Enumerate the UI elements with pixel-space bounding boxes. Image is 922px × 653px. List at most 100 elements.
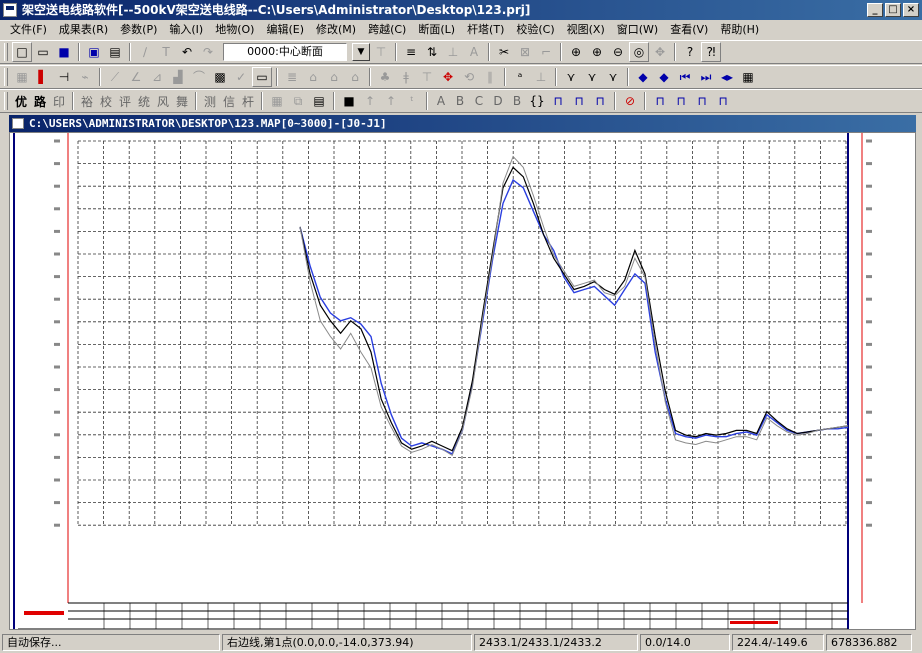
clamp-top-icon[interactable]: ⊓ bbox=[692, 91, 712, 111]
undo-icon[interactable]: ↶ bbox=[177, 42, 197, 62]
marker-icon[interactable]: ⊤ bbox=[371, 42, 391, 62]
chevron-down-icon[interactable]: ▼ bbox=[352, 43, 370, 61]
arrow-up-alt-icon[interactable]: ↑ bbox=[381, 91, 401, 111]
open-folder-icon[interactable]: ▭ bbox=[33, 42, 53, 62]
diagonal-icon[interactable]: ⟋ bbox=[105, 67, 125, 87]
dash-line-icon[interactable]: ⌁ bbox=[75, 67, 95, 87]
context-help-icon[interactable]: ⁈ bbox=[701, 42, 721, 62]
help-icon[interactable]: ? bbox=[680, 42, 700, 62]
menu-file[interactable]: 文件(F) bbox=[4, 21, 53, 39]
line-point-icon[interactable]: ⊣ bbox=[54, 67, 74, 87]
wire-triple-icon[interactable]: ⋎ bbox=[603, 67, 623, 87]
menu-view[interactable]: 视图(X) bbox=[561, 21, 611, 39]
profile-plot[interactable] bbox=[10, 133, 915, 629]
house-up-icon[interactable]: ⌂ bbox=[324, 67, 344, 87]
copy-icon[interactable]: ⧉ bbox=[288, 91, 308, 111]
pole-char-button[interactable]: 杆 bbox=[239, 93, 257, 110]
curve-icon[interactable]: ⌒ bbox=[189, 67, 209, 87]
lightning-icon[interactable]: ◆ bbox=[633, 67, 653, 87]
insulator-icon[interactable]: ⊓ bbox=[569, 91, 589, 111]
profile-canvas[interactable] bbox=[9, 132, 916, 630]
label-a-icon[interactable]: A bbox=[464, 42, 484, 62]
zoom-out-icon[interactable]: ⊖ bbox=[608, 42, 628, 62]
letter-b2-button[interactable]: B bbox=[508, 94, 526, 108]
pole-icon[interactable]: ǂ bbox=[396, 67, 416, 87]
menu-look[interactable]: 查看(V) bbox=[664, 21, 714, 39]
stroke-icon[interactable]: ∥ bbox=[480, 67, 500, 87]
menu-help[interactable]: 帮助(H) bbox=[714, 21, 765, 39]
menu-results[interactable]: 成果表(R) bbox=[53, 21, 114, 39]
dance-button[interactable]: 舞 bbox=[173, 93, 191, 110]
corner-icon[interactable]: ⌐ bbox=[536, 42, 556, 62]
tree-icon[interactable]: ♣ bbox=[375, 67, 395, 87]
label-icon[interactable]: ᵃ bbox=[510, 67, 530, 87]
arrow-up-icon[interactable]: ↑ bbox=[360, 91, 380, 111]
clamp-icon[interactable]: ⊓ bbox=[650, 91, 670, 111]
grid-table-icon[interactable]: ▦ bbox=[267, 91, 287, 111]
block-icon[interactable]: ■ bbox=[339, 91, 359, 111]
insulator-pair-icon[interactable]: ⊓ bbox=[590, 91, 610, 111]
pattern-icon[interactable]: ▩ bbox=[210, 67, 230, 87]
house-add-icon[interactable]: ⌂ bbox=[345, 67, 365, 87]
abc-icon[interactable]: ▭ bbox=[252, 67, 272, 87]
slope-icon[interactable]: ⊿ bbox=[147, 67, 167, 87]
new-file-icon[interactable]: □ bbox=[12, 42, 32, 62]
grid-icon[interactable]: ▦ bbox=[12, 67, 32, 87]
clamp-double-icon[interactable]: ⊓ bbox=[671, 91, 691, 111]
tower-icon[interactable]: ⊤ bbox=[417, 67, 437, 87]
table-icon[interactable]: ▦ bbox=[738, 67, 758, 87]
cut-icon[interactable]: ✂ bbox=[494, 42, 514, 62]
clamp-bottom-icon[interactable]: ⊓ bbox=[713, 91, 733, 111]
evaluate-button[interactable]: 评 bbox=[116, 93, 134, 110]
print-char-button[interactable]: 印 bbox=[50, 93, 68, 110]
route-button[interactable]: 路 bbox=[31, 93, 49, 110]
menu-input[interactable]: 输入(I) bbox=[163, 21, 209, 39]
tag-icon[interactable]: ᵗ bbox=[402, 91, 422, 111]
house-icon[interactable]: ⌂ bbox=[303, 67, 323, 87]
text-icon[interactable]: T bbox=[156, 42, 176, 62]
letter-c-button[interactable]: C bbox=[470, 94, 488, 108]
wind-button[interactable]: 风 bbox=[154, 93, 172, 110]
menu-tower[interactable]: 杆塔(T) bbox=[461, 21, 510, 39]
toolbar-grip[interactable] bbox=[4, 43, 8, 61]
info-button[interactable]: 信 bbox=[220, 93, 238, 110]
next-icon[interactable]: ⏭ bbox=[696, 67, 716, 87]
menu-window[interactable]: 窗口(W) bbox=[611, 21, 664, 39]
margin-button[interactable]: 裕 bbox=[78, 93, 96, 110]
toolbar-grip[interactable] bbox=[4, 92, 8, 110]
menu-params[interactable]: 参数(P) bbox=[114, 21, 163, 39]
move-icon[interactable]: ✥ bbox=[438, 67, 458, 87]
menu-objects[interactable]: 地物(O) bbox=[209, 21, 260, 39]
pan-icon[interactable]: ✥ bbox=[650, 42, 670, 62]
zoom-in-icon[interactable]: ⊕ bbox=[587, 42, 607, 62]
list-icon[interactable]: ≣ bbox=[282, 67, 302, 87]
spell-icon[interactable]: ✓ bbox=[231, 67, 251, 87]
chart-icon[interactable]: ▟ bbox=[168, 67, 188, 87]
stats-button[interactable]: 统 bbox=[135, 93, 153, 110]
menu-check[interactable]: 校验(C) bbox=[510, 21, 560, 39]
measure-button[interactable]: 测 bbox=[201, 93, 219, 110]
maximize-button[interactable]: □ bbox=[885, 3, 901, 17]
menu-section[interactable]: 断面(L) bbox=[412, 21, 461, 39]
angle-icon[interactable]: ∠ bbox=[126, 67, 146, 87]
check-char-button[interactable]: 校 bbox=[97, 93, 115, 110]
section-select[interactable]: 0000:中心断面 bbox=[223, 43, 347, 61]
minimize-button[interactable]: _ bbox=[867, 3, 883, 17]
red-bar-icon[interactable]: ▌ bbox=[33, 67, 53, 87]
menu-modify[interactable]: 修改(M) bbox=[310, 21, 362, 39]
menu-edit[interactable]: 编辑(E) bbox=[260, 21, 310, 39]
brace-icon[interactable]: {} bbox=[527, 91, 547, 111]
print-preview-icon[interactable]: ▣ bbox=[84, 42, 104, 62]
rotate-icon[interactable]: ⟲ bbox=[459, 67, 479, 87]
close-button[interactable]: × bbox=[903, 3, 919, 17]
print-icon[interactable]: ▤ bbox=[105, 42, 125, 62]
paste-icon[interactable]: ▤ bbox=[309, 91, 329, 111]
optimize-button[interactable]: 优 bbox=[12, 93, 30, 110]
zoom-icon[interactable]: ⊕ bbox=[566, 42, 586, 62]
swap-vertical-icon[interactable]: ⇅ bbox=[422, 42, 442, 62]
no-measure-icon[interactable]: ⊘ bbox=[620, 91, 640, 111]
redo-icon[interactable]: ↷ bbox=[198, 42, 218, 62]
stack-icon[interactable]: ≡ bbox=[401, 42, 421, 62]
save-icon[interactable]: ■ bbox=[54, 42, 74, 62]
pencil-icon[interactable]: ∕ bbox=[135, 42, 155, 62]
